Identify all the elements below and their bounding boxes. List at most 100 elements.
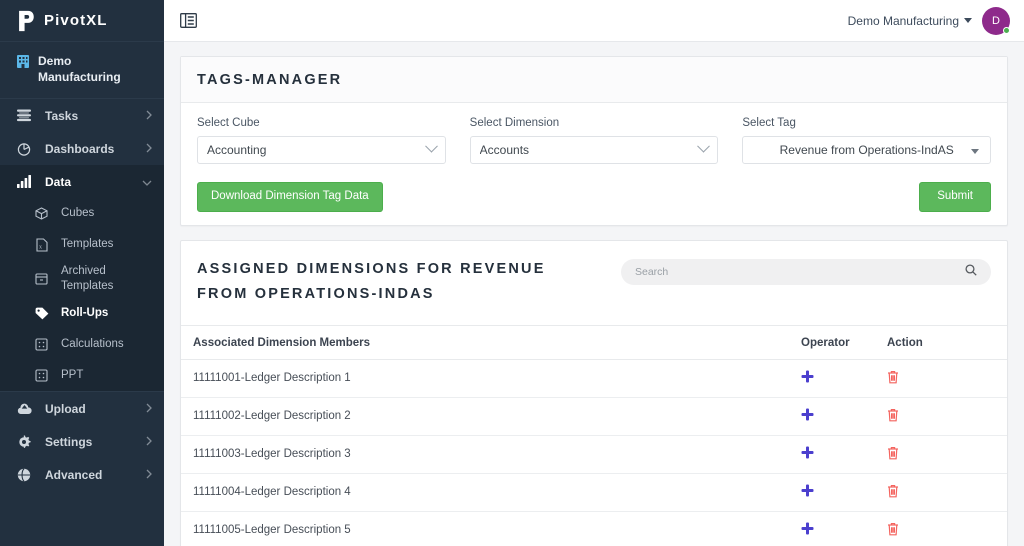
table-body: 11111001-Ledger Description 1 11111002-Le… <box>181 359 1007 546</box>
select-dimension[interactable]: Accounts <box>469 136 719 164</box>
table-row: 11111002-Ledger Description 2 <box>181 397 1007 436</box>
trash-icon[interactable] <box>887 522 899 539</box>
cell-operator <box>801 397 887 436</box>
sidebar-item-tasks[interactable]: Tasks <box>0 99 164 132</box>
sidebar-item-settings[interactable]: Settings <box>0 425 164 458</box>
sidebar-subitem-label: PPT <box>61 369 84 381</box>
search-icon[interactable] <box>965 263 977 281</box>
template-file-icon: x <box>34 237 49 252</box>
sidebar-item-data[interactable]: Data <box>0 165 164 198</box>
sidebar-item-archived-templates[interactable]: Archived Templates <box>0 260 164 298</box>
sidebar-item-cubes[interactable]: Cubes <box>0 198 164 229</box>
sidebar-item-label: Settings <box>45 434 93 449</box>
status-badge <box>1003 26 1010 34</box>
sidebar-subitem-label: Calculations <box>61 338 124 350</box>
sidebar-item-label: Data <box>45 174 72 189</box>
cell-action <box>887 359 1007 398</box>
sidebar-group-data: Data Cubes x Templates Archived Template… <box>0 165 164 391</box>
select-tag[interactable]: Revenue from Operations-IndAS <box>742 136 992 164</box>
plus-icon[interactable] <box>801 484 814 500</box>
chevron-right-icon <box>146 142 152 156</box>
calculator-icon <box>34 338 49 351</box>
sidebar-org[interactable]: Demo Manufacturing <box>0 42 164 99</box>
bar-chart-icon <box>16 175 32 188</box>
main-area: Demo Manufacturing D TAGS-MANAGER Select… <box>164 0 1024 546</box>
trash-icon[interactable] <box>887 446 899 463</box>
cell-member: 11111004-Ledger Description 4 <box>181 473 801 512</box>
chevron-down-icon <box>142 175 152 189</box>
assigned-dimensions-table: Associated Dimension Members Operator Ac… <box>181 325 1007 546</box>
sidebar-subitem-label: Templates <box>61 238 114 250</box>
select-cube[interactable]: Accounting <box>197 136 446 164</box>
table-row: 11111005-Ledger Description 5 <box>181 511 1007 546</box>
chevron-right-icon <box>146 402 152 416</box>
page-title: TAGS-MANAGER <box>197 72 343 88</box>
filter-cube: Select Cube Accounting <box>197 117 446 164</box>
sidebar-item-calculations[interactable]: Calculations <box>0 329 164 360</box>
pie-chart-icon <box>16 142 32 156</box>
download-dimension-tag-data-button[interactable]: Download Dimension Tag Data <box>197 182 383 212</box>
topbar: Demo Manufacturing D <box>164 0 1024 42</box>
assigned-dimensions-card: ASSIGNED DIMENSIONS FOR REVENUE FROM OPE… <box>180 239 1008 546</box>
search-input[interactable] <box>635 265 965 278</box>
select-tag-label: Select Tag <box>742 117 796 129</box>
table-head: Associated Dimension Members Operator Ac… <box>181 325 1007 360</box>
sidebar-item-label: Tasks <box>45 108 79 123</box>
select-tag-value: Revenue from Operations-IndAS <box>779 143 954 157</box>
trash-icon[interactable] <box>887 484 899 501</box>
tags-manager-card: TAGS-MANAGER Select Cube Accounting Sele… <box>180 56 1008 226</box>
sidebar-org-label: Demo Manufacturing <box>38 54 121 84</box>
trash-icon[interactable] <box>887 408 899 425</box>
assigned-dimensions-header: ASSIGNED DIMENSIONS FOR REVENUE FROM OPE… <box>181 241 1007 307</box>
filters-row: Select Cube Accounting Select Dimension … <box>197 117 992 164</box>
chevron-right-icon <box>146 435 152 449</box>
select-cube-value: Accounting <box>207 143 267 157</box>
cell-action <box>887 435 1007 474</box>
column-header-action: Action <box>887 325 1007 360</box>
table-header-row: Associated Dimension Members Operator Ac… <box>181 325 1007 360</box>
globe-icon <box>16 467 32 482</box>
sidebar-item-dashboards[interactable]: Dashboards <box>0 132 164 165</box>
upload-cloud-icon <box>16 403 32 415</box>
plus-icon[interactable] <box>801 370 814 386</box>
sidebar-item-advanced[interactable]: Advanced <box>0 458 164 491</box>
filter-tag: Select Tag Revenue from Operations-IndAS <box>742 117 992 164</box>
table-row: 11111001-Ledger Description 1 <box>181 359 1007 398</box>
plus-icon[interactable] <box>801 522 814 538</box>
building-icon <box>16 53 30 74</box>
content: TAGS-MANAGER Select Cube Accounting Sele… <box>164 42 1024 546</box>
org-switcher-label: Demo Manufacturing <box>847 13 959 28</box>
sidebar-item-label: Dashboards <box>45 141 115 156</box>
org-switcher[interactable]: Demo Manufacturing <box>848 14 972 28</box>
assigned-dimensions-title: ASSIGNED DIMENSIONS FOR REVENUE FROM OPE… <box>197 260 546 302</box>
sidebar-item-ppt[interactable]: PPT <box>0 360 164 391</box>
actions-row: Download Dimension Tag Data Submit <box>197 182 991 212</box>
chevron-down-icon <box>697 139 711 153</box>
column-header-operator: Operator <box>801 325 887 360</box>
avatar[interactable]: D <box>982 6 1010 35</box>
brand[interactable]: PivotXL <box>0 0 164 42</box>
brand-name: PivotXL <box>44 12 108 29</box>
archive-icon <box>34 273 49 285</box>
search-box[interactable] <box>621 258 991 285</box>
trash-icon[interactable] <box>887 370 899 387</box>
tasks-icon <box>16 109 32 122</box>
select-dimension-value: Accounts <box>479 143 530 157</box>
cell-member: 11111005-Ledger Description 5 <box>181 511 801 546</box>
cell-member: 11111003-Ledger Description 3 <box>181 435 801 474</box>
sidebar: PivotXL Demo Manufacturing Tasks Dashboa… <box>0 0 164 546</box>
sidebar-item-roll-ups[interactable]: Roll-Ups <box>0 298 164 329</box>
chevron-right-icon <box>146 468 152 482</box>
plus-icon[interactable] <box>801 446 814 462</box>
column-header-members: Associated Dimension Members <box>181 325 801 360</box>
caret-down-icon <box>971 149 980 154</box>
sidebar-toggle-icon[interactable] <box>180 12 198 30</box>
svg-text:x: x <box>39 244 42 250</box>
sidebar-subitem-label: Roll-Ups <box>61 307 109 319</box>
cell-member: 11111002-Ledger Description 2 <box>181 397 801 436</box>
submit-button[interactable]: Submit <box>919 182 991 212</box>
plus-icon[interactable] <box>801 408 814 424</box>
sidebar-item-upload[interactable]: Upload <box>0 392 164 425</box>
sidebar-lower-nav: Upload Settings Advanced <box>0 391 164 491</box>
sidebar-item-templates[interactable]: x Templates <box>0 229 164 260</box>
